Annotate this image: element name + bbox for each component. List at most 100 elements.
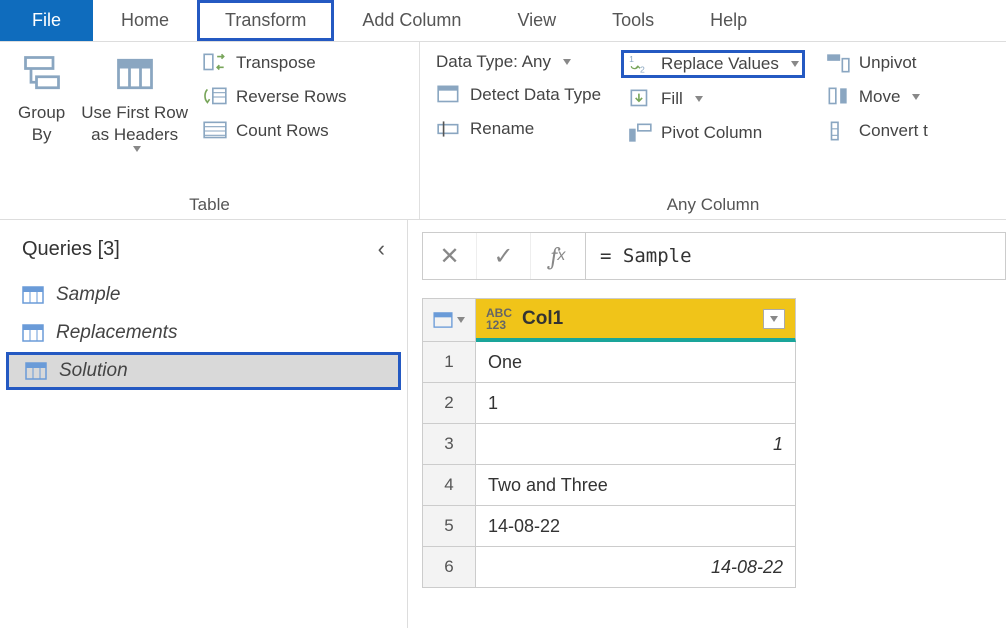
group-by-label: Group By	[18, 102, 65, 146]
chevron-down-icon	[563, 59, 571, 65]
rename-button[interactable]: Rename	[430, 116, 607, 142]
datatype-any-icon: ABC 123	[486, 307, 512, 331]
table-row[interactable]: 21	[422, 383, 1006, 424]
unpivot-label: Unpivot	[859, 53, 917, 73]
detect-data-type-label: Detect Data Type	[470, 85, 601, 105]
group-by-button[interactable]: Group By	[10, 48, 73, 150]
formula-accept-button[interactable]: ✓	[477, 233, 531, 279]
main-area: Queries [3] ‹ Sample Replacements Soluti…	[0, 220, 1006, 628]
use-first-row-button[interactable]: Use First Row as Headers	[73, 48, 196, 156]
tab-file[interactable]: File	[0, 0, 93, 41]
transpose-button[interactable]: Transpose	[196, 50, 353, 76]
chevron-down-icon	[791, 61, 799, 67]
row-number[interactable]: 6	[422, 547, 476, 588]
rename-label: Rename	[470, 119, 534, 139]
query-item-replacements[interactable]: Replacements	[0, 314, 407, 352]
table-row[interactable]: 1One	[422, 342, 1006, 383]
chevron-down-icon	[457, 317, 465, 323]
queries-panel: Queries [3] ‹ Sample Replacements Soluti…	[0, 220, 408, 628]
column-header-col1[interactable]: ABC 123 Col1	[476, 298, 796, 342]
tab-add-column[interactable]: Add Column	[334, 0, 489, 41]
replace-values-button[interactable]: 12 Replace Values	[621, 50, 805, 78]
svg-text:2: 2	[640, 65, 645, 75]
grid-cell[interactable]: 1	[476, 383, 796, 424]
tab-transform[interactable]: Transform	[197, 0, 334, 41]
formula-fx-button[interactable]: fx	[531, 233, 585, 279]
tab-tools[interactable]: Tools	[584, 0, 682, 41]
table-row[interactable]: 31	[422, 424, 1006, 465]
count-rows-label: Count Rows	[236, 121, 329, 141]
pivot-column-button[interactable]: Pivot Column	[621, 120, 805, 146]
query-item-label: Solution	[59, 360, 128, 382]
table-row[interactable]: 614-08-22	[422, 547, 1006, 588]
unpivot-button[interactable]: Unpivot	[819, 50, 934, 76]
ribbon: Group By Use First Row as Headers Transp…	[0, 42, 1006, 220]
row-number[interactable]: 4	[422, 465, 476, 506]
grid-cell[interactable]: 1	[476, 424, 796, 465]
column-name-label: Col1	[522, 308, 763, 330]
row-number[interactable]: 3	[422, 424, 476, 465]
transpose-label: Transpose	[236, 53, 316, 73]
use-first-row-label: Use First Row as Headers	[81, 102, 188, 146]
convert-label: Convert t	[859, 121, 928, 141]
replace-values-label: Replace Values	[661, 54, 779, 74]
data-grid: ABC 123 Col1 1One21314Two and Three514-0…	[422, 298, 1006, 588]
grid-cell[interactable]: 14-08-22	[476, 506, 796, 547]
grid-cell[interactable]: One	[476, 342, 796, 383]
detect-type-icon	[436, 84, 462, 106]
chevron-down-icon	[133, 146, 141, 152]
grid-cell[interactable]: 14-08-22	[476, 547, 796, 588]
fill-button[interactable]: Fill	[621, 86, 805, 112]
move-label: Move	[859, 87, 901, 107]
column-filter-button[interactable]	[763, 309, 785, 329]
table-icon	[25, 362, 47, 380]
query-item-label: Sample	[56, 284, 120, 306]
row-number[interactable]: 2	[422, 383, 476, 424]
chevron-down-icon	[695, 96, 703, 102]
query-item-solution[interactable]: Solution	[6, 352, 401, 390]
pivot-icon	[627, 122, 653, 144]
transpose-icon	[202, 52, 228, 74]
reverse-rows-label: Reverse Rows	[236, 87, 347, 107]
row-number[interactable]: 1	[422, 342, 476, 383]
chevron-down-icon	[912, 94, 920, 100]
pivot-column-label: Pivot Column	[661, 123, 762, 143]
count-rows-button[interactable]: Count Rows	[196, 118, 353, 144]
query-item-sample[interactable]: Sample	[0, 276, 407, 314]
formula-cancel-button[interactable]: ✕	[423, 233, 477, 279]
table-row[interactable]: 514-08-22	[422, 506, 1006, 547]
data-type-label: Data Type: Any	[436, 52, 551, 72]
rename-icon	[436, 118, 462, 140]
table-icon	[22, 324, 44, 342]
tab-help[interactable]: Help	[682, 0, 775, 41]
editor-area: ✕ ✓ fx ABC 123 Col1 1One21314Two and Thr…	[408, 220, 1006, 628]
group-by-icon	[20, 52, 64, 96]
chevron-down-icon	[770, 316, 778, 322]
formula-bar: ✕ ✓ fx	[422, 232, 1006, 280]
data-type-button[interactable]: Data Type: Any	[430, 50, 607, 74]
convert-icon	[825, 120, 851, 142]
collapse-panel-button[interactable]: ‹	[378, 236, 385, 262]
replace-values-icon: 12	[627, 53, 653, 75]
reverse-rows-icon	[202, 86, 228, 108]
convert-button[interactable]: Convert t	[819, 118, 934, 144]
reverse-rows-button[interactable]: Reverse Rows	[196, 84, 353, 110]
menu-tabs: File Home Transform Add Column View Tool…	[0, 0, 1006, 42]
fill-label: Fill	[661, 89, 683, 109]
move-icon	[825, 86, 851, 108]
tab-home[interactable]: Home	[93, 0, 197, 41]
svg-text:1: 1	[629, 54, 634, 64]
move-button[interactable]: Move	[819, 84, 934, 110]
formula-input[interactable]	[586, 232, 1006, 280]
table-headers-icon	[113, 52, 157, 96]
ribbon-group-table-label: Table	[10, 189, 409, 219]
count-rows-icon	[202, 120, 228, 142]
tab-view[interactable]: View	[489, 0, 584, 41]
grid-cell[interactable]: Two and Three	[476, 465, 796, 506]
table-icon	[22, 286, 44, 304]
table-row[interactable]: 4Two and Three	[422, 465, 1006, 506]
row-number[interactable]: 5	[422, 506, 476, 547]
grid-corner-menu[interactable]	[422, 298, 476, 342]
table-icon	[433, 312, 453, 328]
detect-data-type-button[interactable]: Detect Data Type	[430, 82, 607, 108]
